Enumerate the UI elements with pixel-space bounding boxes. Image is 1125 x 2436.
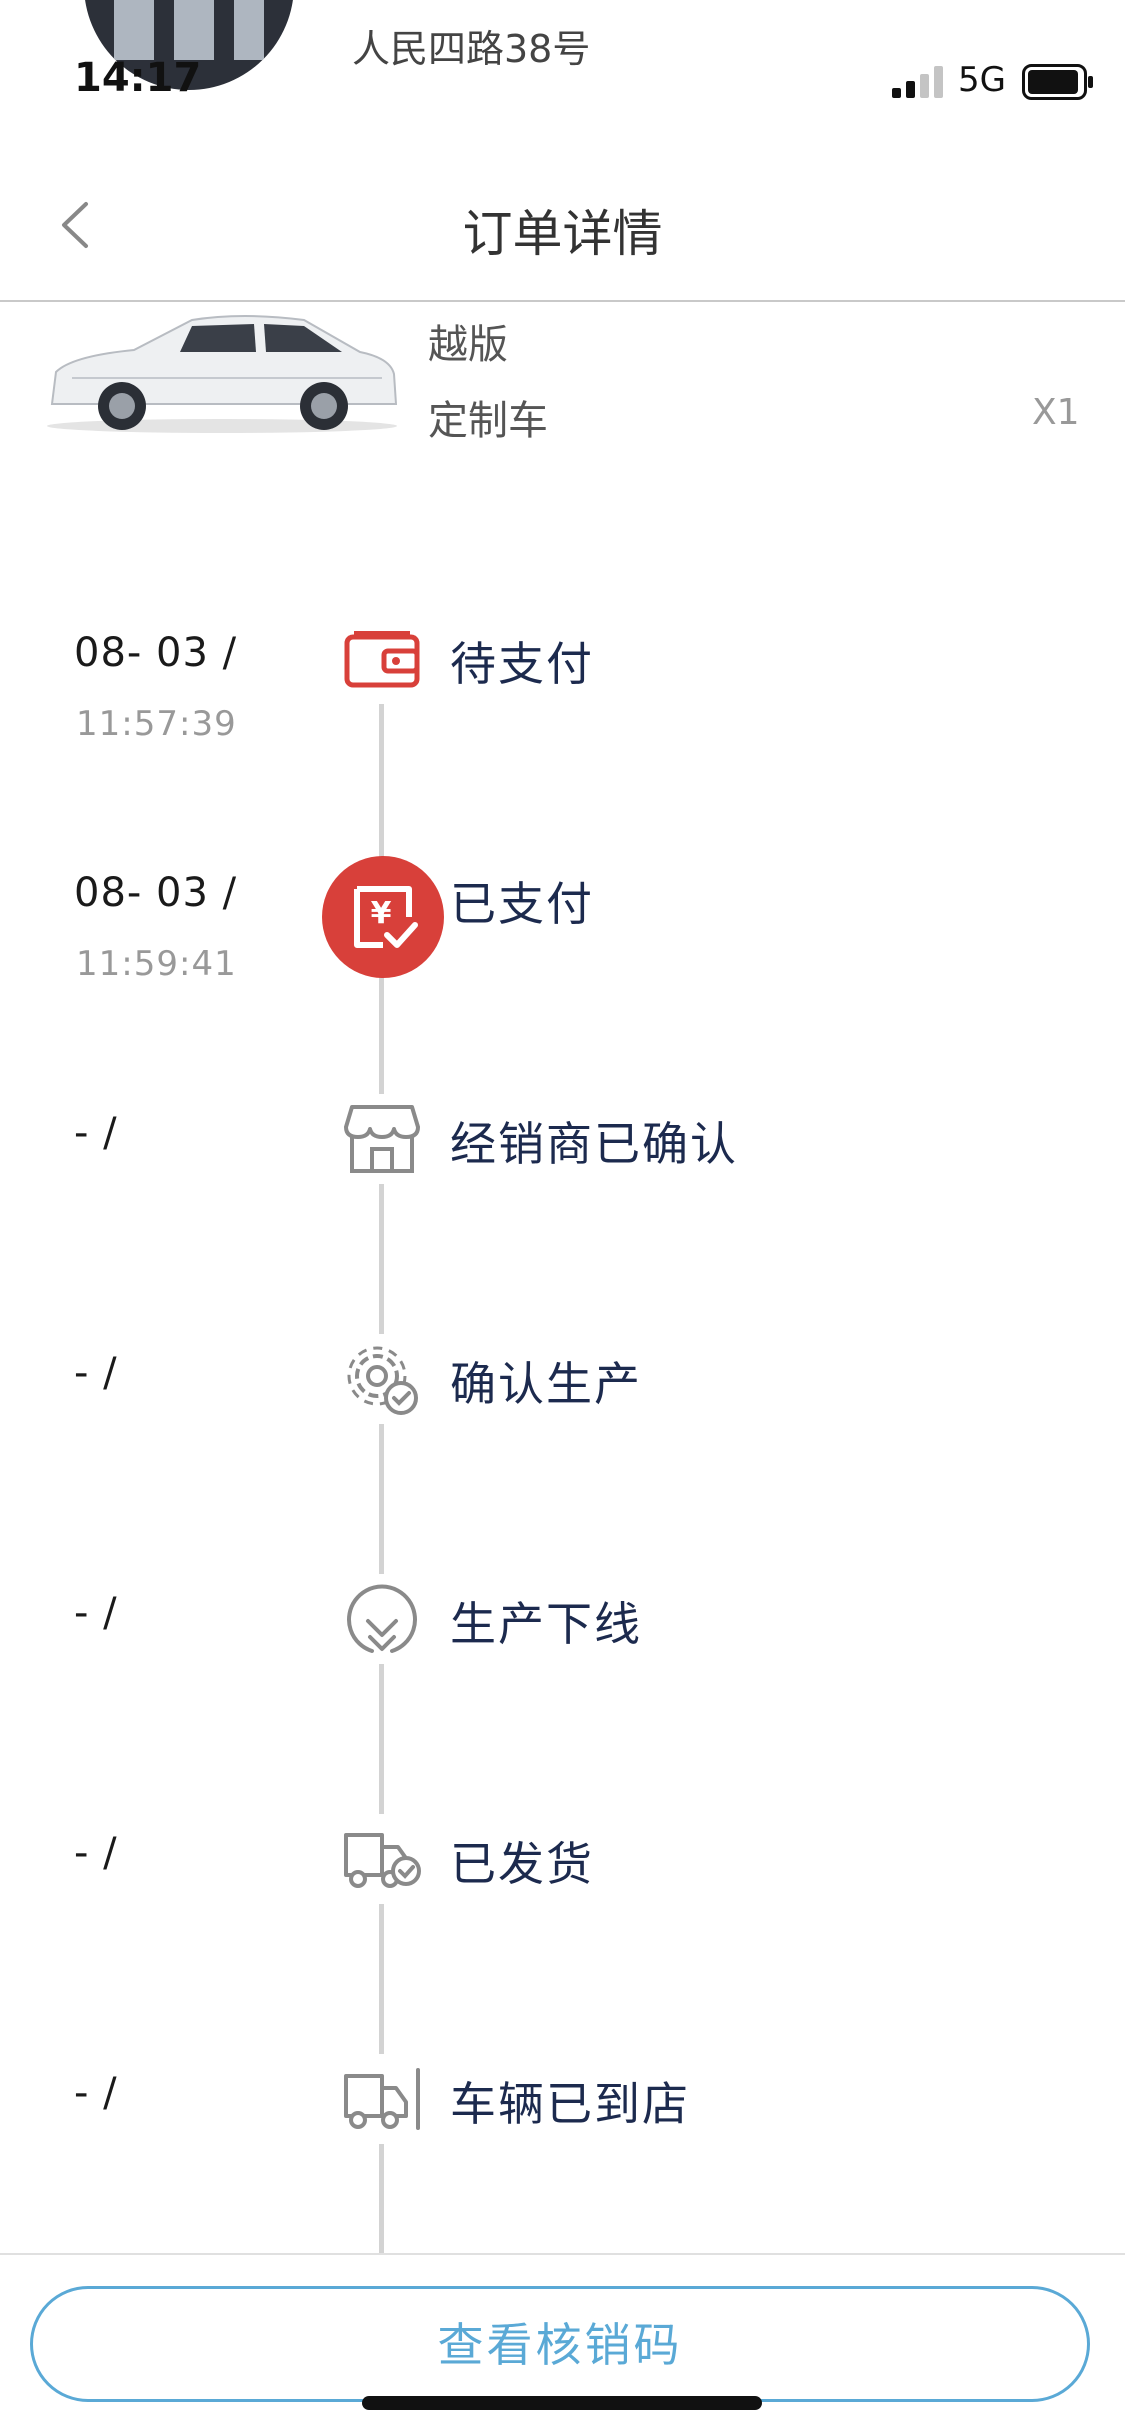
- step-date: - /: [74, 1590, 118, 1636]
- truck-check-icon: [337, 1814, 427, 1904]
- step-label: 已发货: [450, 1837, 594, 1891]
- svg-text:¥: ¥: [371, 896, 392, 931]
- step-label: 确认生产: [450, 1357, 642, 1411]
- wallet-icon: [337, 614, 427, 704]
- step-label: 已支付: [450, 877, 594, 931]
- car-image: [47, 315, 398, 433]
- step-date: - /: [74, 1110, 118, 1156]
- step-date: - /: [74, 1830, 118, 1876]
- gear-check-icon: [337, 1334, 427, 1424]
- store-address: 人民四路38号: [352, 27, 591, 71]
- store-icon: [337, 1094, 427, 1184]
- battery-icon: [1022, 64, 1093, 100]
- footer-divider: [0, 2253, 1125, 2255]
- step-label: 生产下线: [450, 1597, 642, 1651]
- step-label: 待支付: [450, 637, 594, 691]
- truck-arrived-icon: [337, 2054, 427, 2144]
- nav-divider: [0, 300, 1125, 302]
- home-indicator: [362, 2396, 762, 2410]
- step-time: 11:59:41: [76, 944, 237, 984]
- step-time: 11:57:39: [76, 704, 237, 744]
- step-date: - /: [74, 1350, 118, 1396]
- product-quantity: X1: [1032, 392, 1080, 433]
- status-time: 14:17: [74, 55, 202, 101]
- step-label: 车辆已到店: [450, 2077, 690, 2131]
- page-title: 订单详情: [462, 205, 663, 263]
- step-date: - /: [74, 2070, 118, 2116]
- product-type: 定制车: [428, 398, 548, 444]
- step-date: 08- 03 /: [74, 870, 238, 916]
- paid-receipt-icon: ¥: [322, 856, 444, 978]
- signal-icon: [892, 66, 943, 98]
- network-type: 5G: [958, 60, 1006, 100]
- step-label: 经销商已确认: [450, 1117, 738, 1171]
- down-arrow-circle-icon: [337, 1574, 427, 1664]
- product-name: 越版: [428, 322, 508, 368]
- view-verification-code-button[interactable]: 查看核销码: [30, 2286, 1090, 2402]
- step-date: 08- 03 /: [74, 630, 238, 676]
